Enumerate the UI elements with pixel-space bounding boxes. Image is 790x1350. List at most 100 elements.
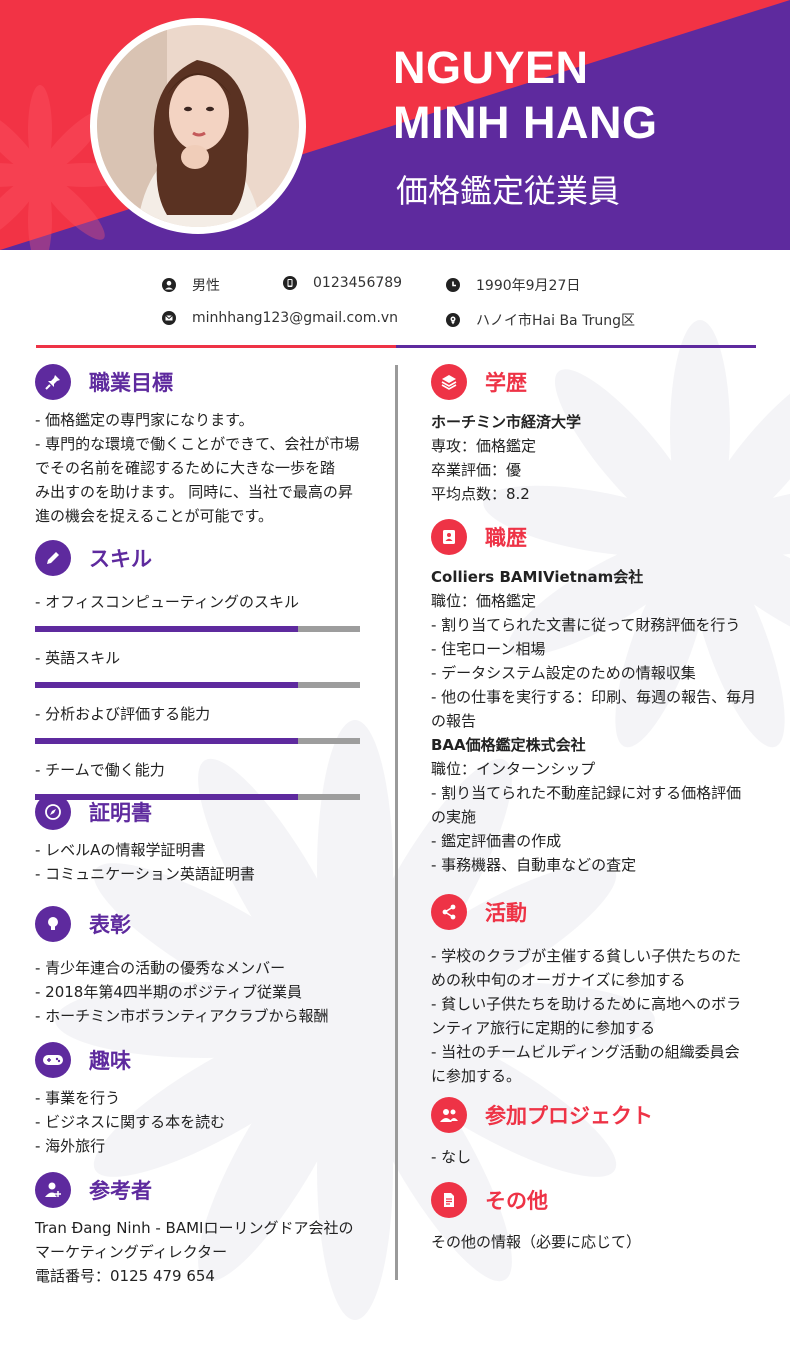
text-line: の実施 [431, 808, 477, 826]
text-line: - 専門的な環境で働くことができて、会社が市場 [35, 435, 360, 453]
name-line-1: NGUYEN [393, 42, 589, 93]
text-line: - 住宅ローン相場 [431, 640, 546, 658]
text-line: の報告 [431, 712, 477, 730]
profile-photo [97, 25, 299, 227]
text-line: - なし [431, 1148, 472, 1166]
share-icon [431, 894, 467, 930]
gamepad-icon [35, 1042, 71, 1078]
text-line: - コミュニケーション英語証明書 [35, 865, 255, 883]
section-certificates: 証明書 - レベルAの情報学証明書 - コミュニケーション英語証明書 [35, 792, 375, 886]
section-title: 証明書 [89, 801, 152, 825]
add-user-icon [35, 1172, 71, 1208]
column-divider [395, 365, 398, 1280]
section-education: 学歴 ホーチミン市経済大学 専攻：価格鑑定 卒業評価：優 平均点数：8.2 [431, 362, 761, 506]
section-objective: 職業目標 - 価格鑑定の専門家になります。 - 専門的な環境で働くことができて、… [35, 362, 375, 528]
text-line: 職位：インターンシップ [431, 760, 596, 778]
text-line: み出すのを助けます。 同時に、当社で最高の昇 [35, 483, 353, 501]
skill-label: - 分析および評価する能力 [35, 705, 211, 723]
text-line: - 学校のクラブが主催する貧しい子供たちのた [431, 947, 742, 965]
experience-job: Colliers BAMIVietnam会社 職位：価格鑑定 - 割り当てられた… [431, 565, 771, 733]
awards-text: - 青少年連合の活動の優秀なメンバー - 2018年第4四半期のポジティブ従業員… [35, 956, 375, 1028]
text-line: - レベルAの情報学証明書 [35, 841, 206, 859]
company-name: BAA価格鑑定株式会社 [431, 736, 586, 754]
section-title: 職業目標 [89, 371, 173, 395]
gender-text: 男性 [192, 278, 220, 294]
skill-bar [35, 682, 360, 688]
email-text: minhhang123@gmail.com.vn [192, 310, 399, 326]
text-line: - 青少年連合の活動の優秀なメンバー [35, 959, 286, 977]
avatar [90, 18, 306, 234]
section-skills: スキル - オフィスコンピューティングのスキル - 英語スキル - 分析および評… [35, 538, 375, 808]
skill-level-fill [35, 738, 299, 744]
full-name: NGUYEN MINH HANG [393, 40, 773, 150]
experience-job: BAA価格鑑定株式会社 職位：インターンシップ - 割り当てられた不動産記録に対… [431, 733, 771, 877]
contact-phone: 0123456789 [283, 275, 402, 291]
lightbulb-icon [35, 906, 71, 942]
section-title: 学歴 [485, 371, 527, 395]
activities-text: - 学校のクラブが主催する貧しい子供たちのた めの秋中旬のオーガナイズに参加する… [431, 944, 771, 1088]
contact-email: minhhang123@gmail.com.vn [162, 310, 398, 326]
section-references: 参考者 Tran Đang Ninh - BAMIローリングドア会社の マーケテ… [35, 1170, 385, 1288]
section-title: 表彰 [89, 913, 131, 937]
text-line: に参加する。 [431, 1067, 522, 1085]
group-icon [431, 1097, 467, 1133]
projects-text: - なし [431, 1145, 771, 1169]
section-hobbies: 趣味 - 事業を行う - ビジネスに関する本を読む - 海外旅行 [35, 1040, 375, 1158]
section-experience: 職歴 Colliers BAMIVietnam会社 職位：価格鑑定 - 割り当て… [431, 517, 771, 877]
skill-label: - オフィスコンピューティングのスキル [35, 593, 299, 611]
contact-address: ハノイ市Hai Ba Trung区 [446, 310, 635, 330]
references-text: Tran Đang Ninh - BAMIローリングドア会社の マーケティングデ… [35, 1216, 385, 1288]
skill-item: - オフィスコンピューティングのスキル [35, 584, 375, 632]
text-line: 進の機会を捉えることが可能です。 [35, 507, 274, 525]
skill-label: - チームで働く能力 [35, 761, 165, 779]
job-title: 価格鑑定従業員 [396, 172, 621, 210]
skill-bar [35, 738, 360, 744]
other-text: その他の情報（必要に応じて） [431, 1230, 771, 1254]
skill-level-fill [35, 682, 299, 688]
school-name: ホーチミン市経済大学 [431, 413, 582, 431]
text-line: - 貧しい子供たちを助けるために高地へのボラ [431, 995, 742, 1013]
text-line: - データシステム設定のための情報収集 [431, 664, 696, 682]
education-text: ホーチミン市経済大学 専攻：価格鑑定 卒業評価：優 平均点数：8.2 [431, 410, 761, 506]
address-text: ハノイ市Hai Ba Trung区 [476, 313, 635, 329]
phone-text: 0123456789 [313, 275, 403, 291]
skill-item: - 英語スキル [35, 640, 375, 688]
skill-label: - 英語スキル [35, 649, 121, 667]
text-line: 電話番号：0125 479 654 [35, 1267, 215, 1285]
skill-item: - 分析および評価する能力 [35, 696, 375, 744]
section-title: その他 [485, 1189, 548, 1213]
text-line: - 他の仕事を実行する：印刷、毎週の報告、毎月 [431, 688, 757, 706]
clock-icon [446, 278, 460, 292]
objective-text: - 価格鑑定の専門家になります。 - 専門的な環境で働くことができて、会社が市場… [35, 408, 375, 528]
hobbies-text: - 事業を行う - ビジネスに関する本を読む - 海外旅行 [35, 1086, 375, 1158]
text-line: ンティア旅行に定期的に参加する [431, 1019, 656, 1037]
name-line-2: MINH HANG [393, 97, 658, 148]
section-projects: 参加プロジェクト - なし [431, 1095, 771, 1169]
text-line: - 事務機器、自動車などの査定 [431, 856, 637, 874]
birthday-text: 1990年9月27日 [476, 278, 581, 294]
text-line: - 海外旅行 [35, 1137, 106, 1155]
section-title: スキル [89, 547, 152, 571]
compass-icon [35, 794, 71, 830]
text-line: - 事業を行う [35, 1089, 121, 1107]
id-card-icon [431, 519, 467, 555]
text-line: - 割り当てられた不動産記録に対する価格評価 [431, 784, 742, 802]
location-icon [446, 313, 460, 327]
divider-left [36, 345, 396, 348]
text-line: でその名前を確認するために大きな一歩を踏 [35, 459, 336, 477]
layers-icon [431, 364, 467, 400]
text-line: - 価格鑑定の専門家になります。 [35, 411, 254, 429]
section-title: 職歴 [485, 526, 527, 550]
text-line: マーケティングディレクター [35, 1243, 228, 1261]
text-line: - 割り当てられた文書に従って財務評価を行う [431, 616, 741, 634]
text-line: - 当社のチームビルディング活動の組織委員会 [431, 1043, 740, 1061]
text-line: めの秋中旬のオーガナイズに参加する [431, 971, 686, 989]
text-line: 専攻：価格鑑定 [431, 437, 537, 455]
text-line: 卒業評価：優 [431, 461, 522, 479]
text-line: 平均点数：8.2 [431, 485, 530, 503]
user-icon [162, 278, 176, 292]
pin-icon [35, 364, 71, 400]
contact-gender: 男性 [162, 275, 220, 295]
company-name: Colliers BAMIVietnam会社 [431, 568, 644, 586]
section-title: 参加プロジェクト [485, 1104, 653, 1128]
